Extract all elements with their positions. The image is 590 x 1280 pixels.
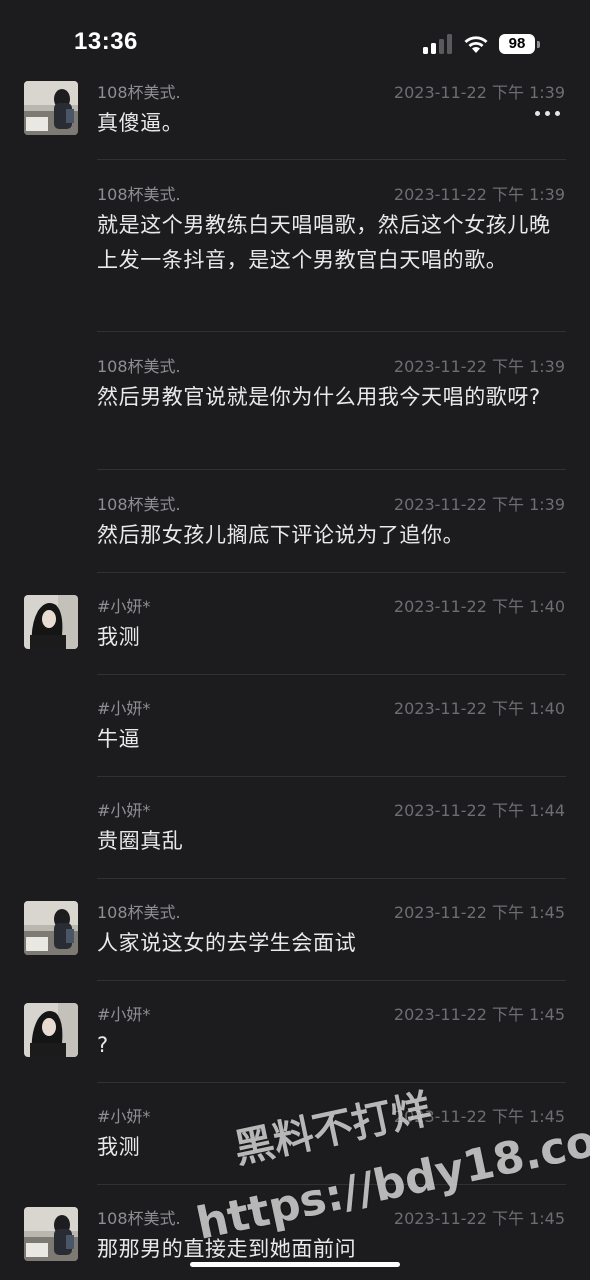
message-text: 我测 — [97, 625, 141, 649]
message-time: 2023-11-22 下午 1:45 — [393, 903, 565, 922]
sender-name: 108杯美式. — [97, 185, 181, 204]
message-time: 2023-11-22 下午 1:45 — [393, 1005, 565, 1024]
message-time: 2023-11-22 下午 1:39 — [393, 83, 565, 102]
message-time: 2023-11-22 下午 1:44 — [393, 801, 565, 820]
sender-name: #小妍* — [97, 801, 151, 820]
divider — [97, 980, 566, 981]
message-text: 然后男教官说就是你为什么用我今天唱的歌呀? — [97, 385, 541, 409]
sender-name: #小妍* — [97, 699, 151, 718]
message-time: 2023-11-22 下午 1:39 — [393, 357, 565, 376]
divider — [97, 331, 566, 332]
message-time: 2023-11-22 下午 1:39 — [393, 495, 565, 514]
message-text: 就是这个男教练白天唱唱歌，然后这个女孩儿晚上发一条抖音，是这个男教官白天唱的歌。 — [97, 213, 551, 272]
divider — [97, 1082, 566, 1083]
sender-name: #小妍* — [97, 1005, 151, 1024]
battery-level: 98 — [499, 34, 535, 54]
divider — [97, 159, 566, 160]
battery-icon: 98 — [499, 34, 541, 54]
message-text: 牛逼 — [97, 727, 141, 751]
sender-name: 108杯美式. — [97, 357, 181, 376]
signal-icon — [423, 34, 452, 54]
home-indicator[interactable] — [190, 1262, 400, 1267]
message-text: 人家说这女的去学生会面试 — [97, 931, 357, 955]
message-text: ? — [97, 1033, 109, 1057]
avatar-108[interactable] — [24, 901, 78, 955]
divider — [97, 469, 566, 470]
divider — [97, 674, 566, 675]
avatar-xiaoyan[interactable] — [24, 1003, 78, 1057]
sender-name: #小妍* — [97, 597, 151, 616]
divider — [97, 776, 566, 777]
message-time: 2023-11-22 下午 1:40 — [393, 597, 565, 616]
divider — [97, 572, 566, 573]
message-text: 贵圈真乱 — [97, 829, 184, 853]
divider — [97, 878, 566, 879]
sender-name: 108杯美式. — [97, 495, 181, 514]
message-time: 2023-11-22 下午 1:45 — [393, 1209, 565, 1228]
status-bar: 13:36 98 — [0, 0, 590, 80]
avatar-xiaoyan[interactable] — [24, 595, 78, 649]
message-text: 真傻逼。 — [97, 111, 184, 135]
sender-name: 108杯美式. — [97, 903, 181, 922]
avatar-108[interactable] — [24, 81, 78, 135]
status-time: 13:36 — [74, 28, 138, 55]
message-time: 2023-11-22 下午 1:40 — [393, 699, 565, 718]
wifi-icon — [464, 36, 488, 53]
sender-name: 108杯美式. — [97, 83, 181, 102]
message-text: 然后那女孩儿搁底下评论说为了追你。 — [97, 523, 465, 547]
sender-name: #小妍* — [97, 1107, 151, 1126]
sender-name: 108杯美式. — [97, 1209, 181, 1228]
avatar-108[interactable] — [24, 1207, 78, 1261]
message-time: 2023-11-22 下午 1:39 — [393, 185, 565, 204]
